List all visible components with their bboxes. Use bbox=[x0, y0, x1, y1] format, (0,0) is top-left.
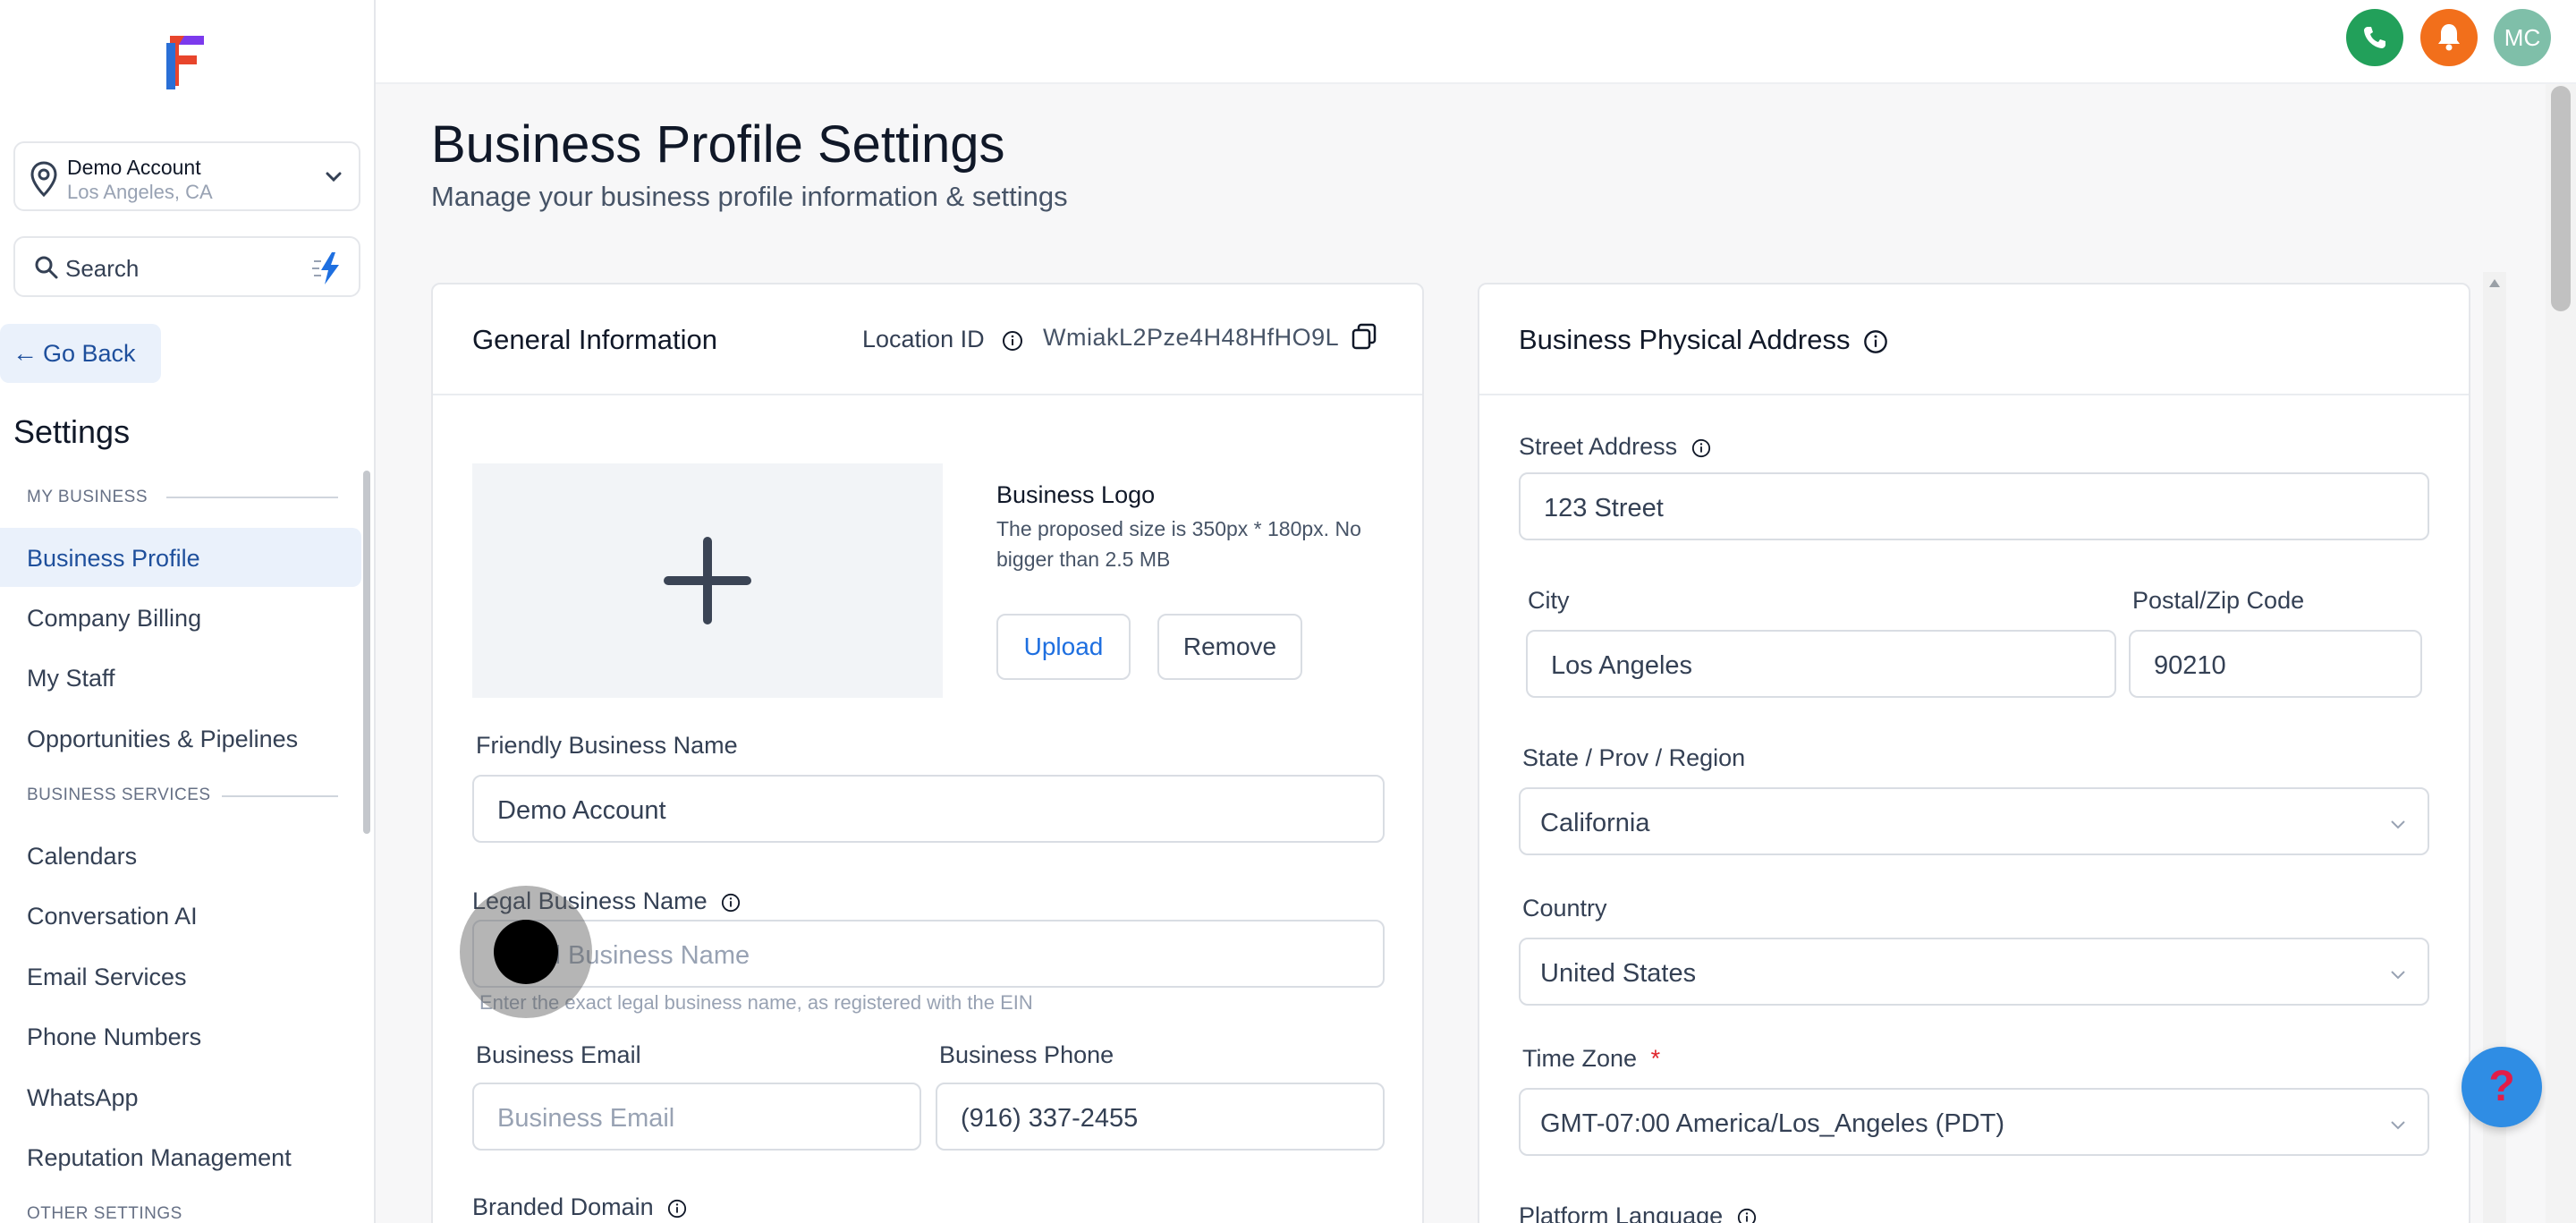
location-pin-icon bbox=[30, 161, 57, 198]
phone-button[interactable] bbox=[2346, 9, 2403, 66]
sidebar-item-business-profile[interactable]: Business Profile bbox=[0, 528, 361, 587]
help-button[interactable]: ? bbox=[2462, 1047, 2542, 1127]
sidebar-item-opportunities[interactable]: Opportunities & Pipelines bbox=[0, 709, 361, 768]
section-divider bbox=[222, 795, 338, 797]
chevron-down-icon bbox=[2391, 1121, 2405, 1130]
notifications-button[interactable] bbox=[2420, 9, 2478, 66]
section-my-business: MY BUSINESS bbox=[27, 488, 148, 506]
app-logo[interactable] bbox=[161, 30, 211, 89]
timezone-label: Time Zone * bbox=[1522, 1045, 1661, 1072]
account-location: Los Angeles, CA bbox=[67, 181, 213, 203]
plus-icon bbox=[664, 537, 751, 624]
settings-title: Settings bbox=[13, 413, 131, 450]
info-icon[interactable] bbox=[1002, 330, 1023, 352]
zip-input[interactable]: 90210 bbox=[2129, 630, 2422, 698]
logo-dropzone[interactable] bbox=[472, 463, 943, 698]
logo-title: Business Logo bbox=[996, 481, 1156, 508]
lightning-icon[interactable] bbox=[309, 249, 348, 288]
bell-icon bbox=[2438, 24, 2460, 51]
general-info-title: General Information bbox=[472, 324, 717, 355]
country-select[interactable]: United States bbox=[1519, 938, 2429, 1006]
sidebar-item-phone-numbers[interactable]: Phone Numbers bbox=[0, 1006, 361, 1066]
sidebar-item-company-billing[interactable]: Company Billing bbox=[0, 588, 361, 647]
copy-icon[interactable] bbox=[1351, 322, 1377, 351]
phone-input[interactable]: (916) 337-2455 bbox=[936, 1083, 1385, 1151]
section-divider bbox=[166, 497, 338, 498]
general-info-card: General Information Location ID WmiakL2P… bbox=[431, 283, 1424, 1223]
location-id-value: WmiakL2Pze4H48HfHO9L bbox=[1043, 324, 1340, 351]
scroll-up-icon[interactable] bbox=[2488, 277, 2501, 288]
timezone-value: GMT-07:00 America/Los_Angeles (PDT) bbox=[1540, 1109, 2004, 1138]
branded-domain-label: Branded Domain bbox=[472, 1193, 687, 1221]
logo-hint: The proposed size is 350px * 180px. No b… bbox=[996, 517, 1361, 571]
info-icon[interactable] bbox=[1691, 438, 1711, 458]
upload-button[interactable]: Upload bbox=[996, 614, 1131, 680]
sidebar-item-email-services[interactable]: Email Services bbox=[0, 947, 361, 1006]
go-back-button[interactable]: ← Go Back bbox=[0, 324, 161, 383]
phone-icon bbox=[2364, 27, 2385, 48]
chevron-down-icon bbox=[2391, 971, 2405, 980]
timezone-select[interactable]: GMT-07:00 America/Los_Angeles (PDT) bbox=[1519, 1088, 2429, 1156]
state-select[interactable]: California bbox=[1519, 787, 2429, 855]
friendly-name-input[interactable]: Demo Account bbox=[472, 775, 1385, 843]
search-icon bbox=[35, 256, 58, 279]
account-name: Demo Account bbox=[67, 156, 201, 179]
info-icon[interactable] bbox=[1863, 329, 1888, 354]
arrow-left-icon: ← bbox=[13, 339, 38, 367]
top-bar: MC bbox=[376, 0, 2576, 84]
card-header: General Information Location ID WmiakL2P… bbox=[433, 285, 1422, 395]
search-label: Search bbox=[65, 255, 140, 282]
info-icon[interactable] bbox=[1737, 1208, 1757, 1223]
city-label: City bbox=[1528, 587, 1570, 614]
sidebar-item-my-staff[interactable]: My Staff bbox=[0, 648, 361, 707]
chevron-down-icon bbox=[326, 172, 342, 183]
info-icon[interactable] bbox=[721, 893, 741, 913]
account-switcher[interactable]: Demo Account Los Angeles, CA bbox=[13, 141, 360, 211]
user-avatar[interactable]: MC bbox=[2494, 9, 2551, 66]
page-subtitle: Manage your business profile information… bbox=[431, 181, 1068, 212]
country-label: Country bbox=[1522, 895, 1607, 921]
sidebar: Demo Account Los Angeles, CA Search ← Go … bbox=[0, 0, 376, 1223]
country-value: United States bbox=[1540, 959, 1697, 988]
email-label: Business Email bbox=[476, 1041, 641, 1068]
location-id-label: Location ID bbox=[862, 326, 1023, 353]
remove-button[interactable]: Remove bbox=[1157, 614, 1302, 680]
section-business-services: BUSINESS SERVICES bbox=[27, 786, 211, 804]
city-input[interactable]: Los Angeles bbox=[1526, 630, 2116, 698]
legal-name-input[interactable]: Legal Business Name bbox=[472, 920, 1385, 988]
address-card: Business Physical Address Street Address… bbox=[1478, 283, 2470, 1223]
street-input[interactable]: 123 Street bbox=[1519, 472, 2429, 540]
street-label: Street Address bbox=[1519, 433, 1711, 461]
chevron-down-icon bbox=[2391, 820, 2405, 829]
sidebar-item-reputation[interactable]: Reputation Management bbox=[0, 1127, 361, 1186]
phone-label: Business Phone bbox=[939, 1041, 1114, 1068]
sidebar-item-calendars[interactable]: Calendars bbox=[0, 826, 361, 885]
friendly-name-label: Friendly Business Name bbox=[476, 732, 738, 759]
platform-language-label: Platform Language bbox=[1519, 1202, 1757, 1223]
sidebar-item-conversation-ai[interactable]: Conversation AI bbox=[0, 886, 361, 945]
zip-label: Postal/Zip Code bbox=[2132, 587, 2305, 614]
card-header: Business Physical Address bbox=[1479, 285, 2469, 395]
sidebar-search[interactable]: Search bbox=[13, 236, 360, 297]
touch-indicator-dot bbox=[494, 920, 558, 984]
sidebar-scrollbar[interactable] bbox=[363, 471, 370, 834]
info-icon[interactable] bbox=[667, 1199, 687, 1219]
required-marker: * bbox=[1650, 1045, 1661, 1072]
state-label: State / Prov / Region bbox=[1522, 744, 1746, 771]
page-title: Business Profile Settings bbox=[431, 115, 1005, 174]
email-input[interactable]: Business Email bbox=[472, 1083, 921, 1151]
state-value: California bbox=[1540, 809, 1650, 837]
go-back-label: Go Back bbox=[43, 340, 136, 367]
section-other-settings: OTHER SETTINGS bbox=[27, 1204, 182, 1223]
sidebar-item-whatsapp[interactable]: WhatsApp bbox=[0, 1067, 361, 1126]
address-title: Business Physical Address bbox=[1519, 324, 1888, 356]
page-scrollbar-thumb[interactable] bbox=[2551, 86, 2571, 311]
